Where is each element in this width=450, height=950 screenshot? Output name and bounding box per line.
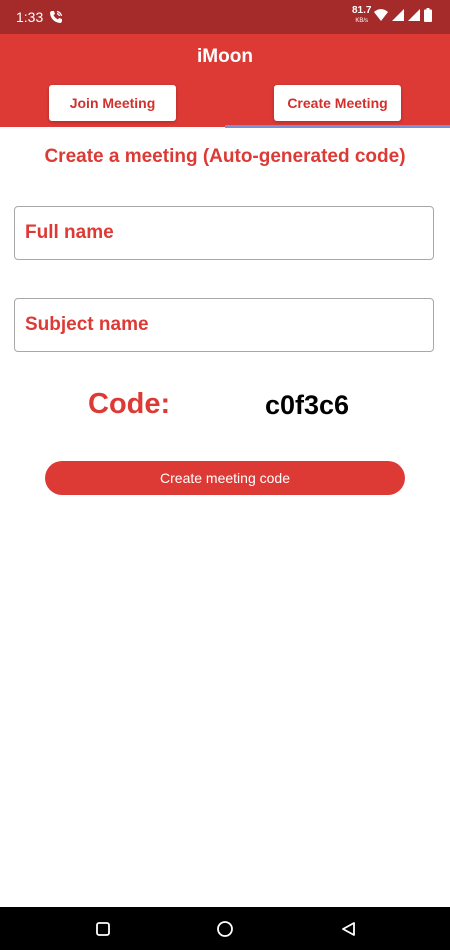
- status-bar: 1:33 81.7 KB/s: [0, 0, 450, 34]
- page-heading: Create a meeting (Auto-generated code): [44, 146, 406, 167]
- app-bar: iMoon Join Meeting Create Meeting: [0, 34, 450, 127]
- nav-bar: [0, 907, 450, 950]
- network-speed-value: 81.7: [352, 5, 372, 16]
- code-value: c0f3c6: [265, 390, 350, 420]
- back-icon[interactable]: [340, 920, 358, 938]
- wifi-icon: [374, 8, 388, 26]
- recents-icon[interactable]: [94, 920, 112, 938]
- tab-indicator: [225, 125, 450, 128]
- battery-icon: [424, 7, 432, 27]
- full-name-field: [14, 206, 434, 260]
- tab-join-meeting[interactable]: Join Meeting: [49, 85, 176, 121]
- network-speed: 81.7 KB/s: [352, 5, 372, 25]
- home-icon[interactable]: [216, 920, 234, 938]
- subject-name-field: [14, 298, 434, 352]
- code-label: Code:: [88, 388, 171, 420]
- full-name-input[interactable]: [15, 207, 433, 259]
- signal-icon: [392, 8, 404, 26]
- tab-create-meeting[interactable]: Create Meeting: [274, 85, 401, 121]
- phone-call-icon: [49, 10, 63, 24]
- status-time: 1:33: [16, 9, 44, 25]
- subject-name-input[interactable]: [15, 299, 433, 351]
- network-speed-unit: KB/s: [355, 18, 369, 24]
- app-title: iMoon: [197, 46, 253, 67]
- signal-icon: [408, 8, 420, 26]
- create-meeting-code-button[interactable]: Create meeting code: [45, 461, 405, 495]
- status-icons: [374, 7, 432, 27]
